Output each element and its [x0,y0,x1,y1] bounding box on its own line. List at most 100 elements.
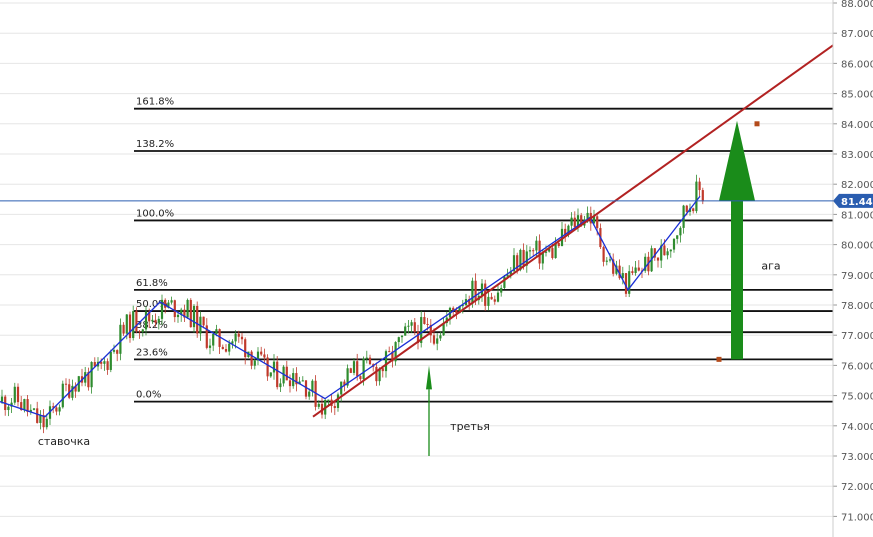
candle [263,354,266,358]
candle [432,335,436,344]
candle [356,361,359,377]
entry-arrow-head [426,365,432,390]
candle [58,407,61,412]
candle [413,322,416,332]
y-tick-label: 83.000 [841,150,873,161]
candle [570,217,573,226]
candle [45,418,48,428]
candle [176,314,180,318]
fib-level-label: 138.2% [136,139,174,150]
candle [132,311,135,338]
candle [381,368,384,372]
y-tick-label: 79.000 [841,271,873,282]
y-tick-label: 80.000 [841,241,873,252]
y-tick-label: 77.000 [841,331,873,342]
zigzag-path [0,195,701,418]
y-tick-label: 73.000 [841,452,873,463]
candle [189,299,192,328]
candle [602,247,605,262]
candle [317,403,320,407]
candle [535,240,538,251]
candle [368,357,372,365]
annotation-label: ставочка [38,435,90,448]
candle [695,181,698,212]
y-tick-label: 84.000 [841,120,873,131]
candle [202,316,205,326]
candle [244,339,247,358]
y-tick-label: 71.000 [841,512,873,523]
candle [308,391,311,397]
marker-square [754,121,760,127]
target-arrow-shaft [731,200,743,360]
candle [631,271,634,274]
fib-level-label: 0.0% [136,390,161,401]
candle [365,357,368,359]
candle [439,335,442,339]
fib-level-label: 100.0% [136,208,174,219]
candle [266,357,269,377]
candle [279,383,282,388]
candle [663,245,666,256]
candle [61,383,64,408]
candle [122,324,125,334]
candle [327,399,330,401]
candle [410,322,413,326]
zigzag-line [0,195,701,418]
candle [532,250,535,252]
candle [608,259,612,261]
candle [208,345,212,348]
candle [333,406,336,408]
fib-level-label: 61.8% [136,278,168,289]
y-tick-label: 76.000 [841,361,873,372]
candle [311,380,314,392]
candle [471,280,474,304]
candle [157,318,160,323]
candle [637,267,640,271]
candle [151,319,154,322]
candle [71,385,74,398]
candle [253,360,256,366]
candle [221,346,224,350]
candle [138,331,141,333]
price-chart[interactable]: 0.0%23.6%38.2%50.0%61.8%100.0%138.2%161.… [0,0,873,537]
candle [32,408,36,410]
candle [215,329,218,335]
candle [573,217,576,227]
candle [698,181,701,191]
candle [426,323,429,325]
candle [388,351,391,353]
candle [493,299,496,302]
candle [240,336,244,340]
candle [404,326,407,336]
candle [186,299,189,318]
candle [272,361,276,373]
candle [276,361,279,388]
candle [669,249,672,252]
candle [196,305,199,334]
candle [125,314,128,334]
fibonacci-levels: 0.0%23.6%38.2%50.0%61.8%100.0%138.2%161.… [134,97,833,403]
candle [16,386,20,403]
candle [228,343,231,352]
candle [154,319,157,323]
candle [212,334,215,346]
candle [234,333,237,342]
candle [362,358,365,380]
candle [285,366,288,381]
candle [250,351,253,366]
y-tick-label: 74.000 [841,422,873,433]
candle [55,407,58,412]
candle [551,248,554,259]
candle [119,324,122,354]
candle [352,361,356,373]
candle [474,280,477,301]
candle [672,238,676,250]
trendline-path [312,44,834,418]
candle [116,350,119,354]
candle [288,380,292,387]
candle [423,317,426,324]
candle [397,337,400,343]
trendline[interactable] [312,44,834,418]
candle [692,208,695,212]
marker-square [716,356,722,362]
